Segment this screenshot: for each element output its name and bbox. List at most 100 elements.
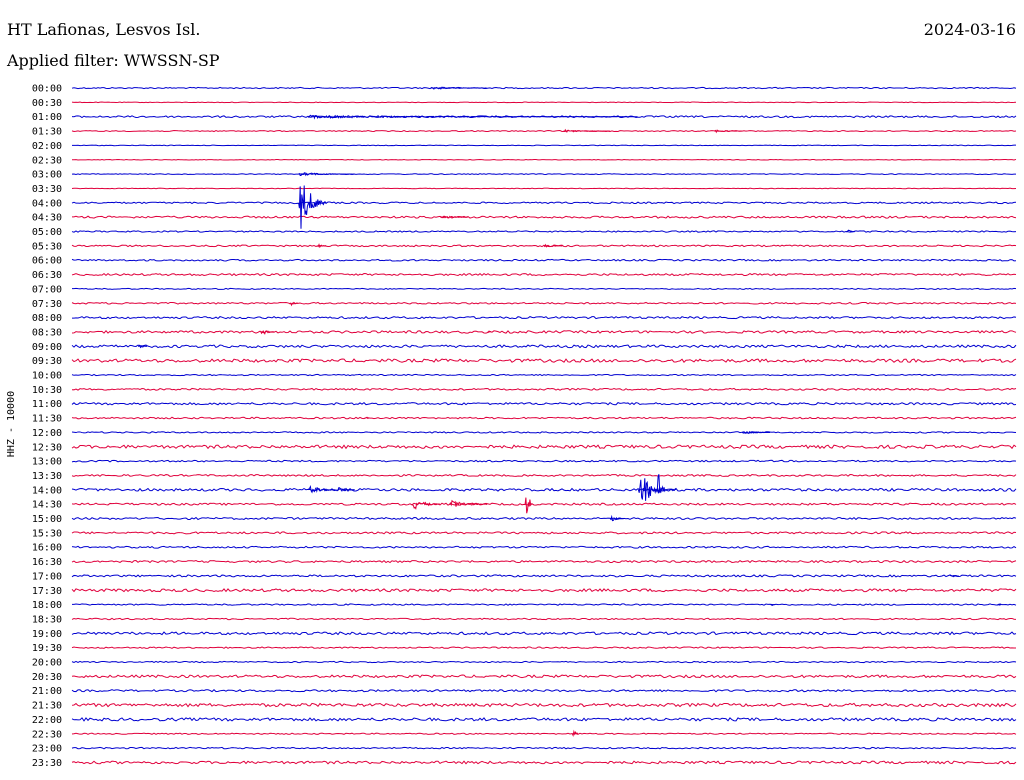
event-27 xyxy=(571,729,579,737)
time-tick-label: 22:30 xyxy=(32,729,62,740)
trace-row-1330 xyxy=(71,473,1017,477)
time-tick-label: 11:30 xyxy=(32,414,62,425)
time-tick-label: 13:30 xyxy=(32,471,62,482)
event-7 xyxy=(845,229,855,233)
trace-row-0430 xyxy=(71,215,1017,219)
trace-row-1130 xyxy=(71,416,1017,420)
trace-row-1100 xyxy=(71,401,1017,406)
event-22 xyxy=(524,497,533,514)
trace-row-1500 xyxy=(71,516,1017,521)
trace-row-0800 xyxy=(72,315,1017,320)
time-tick-label: 18:30 xyxy=(32,614,62,625)
trace-row-0400 xyxy=(71,201,1017,205)
time-tick-label: 15:00 xyxy=(32,514,62,525)
time-tick-label: 12:30 xyxy=(32,442,62,453)
time-tick-label: 06:30 xyxy=(32,270,62,281)
trace-row-0130 xyxy=(71,130,1017,133)
trace-row-1600 xyxy=(71,545,1017,549)
trace-row-0300 xyxy=(71,173,1017,176)
trace-row-1230 xyxy=(71,444,1017,450)
time-tick-label: 23:00 xyxy=(32,744,62,755)
trace-row-2130 xyxy=(71,702,1017,708)
time-tick-label: 21:00 xyxy=(32,686,62,697)
time-tick-label: 21:30 xyxy=(32,701,62,712)
trace-row-1700 xyxy=(71,574,1017,578)
event-4 xyxy=(298,172,355,177)
trace-row-1300 xyxy=(71,459,1017,463)
time-tick-label: 15:30 xyxy=(32,528,62,539)
event-25 xyxy=(770,604,775,607)
trace-row-2200 xyxy=(71,717,1017,722)
trace-row-0500 xyxy=(71,230,1017,233)
trace-row-0000 xyxy=(71,86,1017,90)
time-tick-label: 23:30 xyxy=(32,758,62,769)
time-tick-label: 09:30 xyxy=(32,356,62,367)
event-24 xyxy=(949,574,959,578)
trace-row-2300 xyxy=(71,746,1017,750)
event-26 xyxy=(996,603,1002,606)
event-5 xyxy=(298,185,327,229)
time-tick-label: 06:00 xyxy=(32,256,62,267)
trace-row-1830 xyxy=(71,617,1017,621)
time-tick-label: 04:30 xyxy=(32,213,62,224)
trace-row-1900 xyxy=(71,631,1017,636)
time-tick-label: 02:00 xyxy=(32,141,62,152)
trace-row-1400 xyxy=(71,487,1017,492)
trace-row-0600 xyxy=(71,258,1017,262)
time-tick-label: 08:30 xyxy=(32,327,62,338)
trace-row-0900 xyxy=(71,344,1017,349)
helicorder-chart: HHZ - 10000 00:00 00:30 01:00 01:30 02:00 02:… xyxy=(6,84,1017,769)
trace-row-0330 xyxy=(71,187,1017,190)
trace-row-0630 xyxy=(71,272,1017,277)
time-tick-label: 19:30 xyxy=(32,643,62,654)
trace-row-0200 xyxy=(71,144,1016,147)
trace-row-1930 xyxy=(71,646,1017,649)
trace-row-2330 xyxy=(71,760,1017,765)
time-tick-label: 00:30 xyxy=(32,98,62,109)
trace-row-0030 xyxy=(71,101,1017,104)
time-tick-label: 10:30 xyxy=(32,385,62,396)
event-16 xyxy=(307,485,337,494)
trace-row-2230 xyxy=(71,732,1017,735)
trace-row-0230 xyxy=(71,158,1017,161)
event-20 xyxy=(411,501,440,510)
time-tick-label: 01:00 xyxy=(32,112,62,123)
time-tick-label: 03:00 xyxy=(32,170,62,181)
event-6 xyxy=(440,215,469,219)
trace-row-1530 xyxy=(71,531,1017,535)
time-tick-label: 11:00 xyxy=(32,399,62,410)
time-tick-label: 17:30 xyxy=(32,586,62,597)
trace-row-1030 xyxy=(71,387,1017,391)
trace-row-0700 xyxy=(71,287,1017,290)
time-tick-label: 01:30 xyxy=(32,127,62,138)
time-tick-label: 08:00 xyxy=(32,313,62,324)
trace-row-2030 xyxy=(71,674,1017,679)
trace-row-2000 xyxy=(71,660,1017,664)
trace-row-1800 xyxy=(71,603,1017,606)
time-tick-label: 14:00 xyxy=(32,485,62,496)
trace-row-1430 xyxy=(71,502,1017,506)
time-tick-label: 07:30 xyxy=(32,299,62,310)
time-tick-label: 22:00 xyxy=(32,715,62,726)
trace-row-0930 xyxy=(71,358,1017,363)
event-21 xyxy=(449,499,488,507)
time-tick-label: 18:00 xyxy=(32,600,62,611)
time-tick-label: 13:00 xyxy=(32,457,62,468)
trace-row-2100 xyxy=(71,689,1017,693)
time-tick-label: 20:30 xyxy=(32,672,62,683)
time-tick-label: 14:30 xyxy=(32,500,62,511)
time-tick-label: 09:00 xyxy=(32,342,62,353)
time-tick-label: 02:30 xyxy=(32,155,62,166)
trace-row-1630 xyxy=(71,559,1017,564)
trace-row-0830 xyxy=(71,330,1017,334)
event-8 xyxy=(317,243,327,249)
time-tick-label: 07:00 xyxy=(32,284,62,295)
event-19 xyxy=(637,478,677,501)
trace-row-0730 xyxy=(71,301,1017,305)
time-tick-label: 05:00 xyxy=(32,227,62,238)
time-tick-label: 10:00 xyxy=(32,371,62,382)
time-tick-label: 17:00 xyxy=(32,571,62,582)
trace-row-1200 xyxy=(71,431,1017,434)
y-axis-label: HHZ - 10000 xyxy=(6,391,17,457)
time-tick-label: 19:00 xyxy=(32,629,62,640)
